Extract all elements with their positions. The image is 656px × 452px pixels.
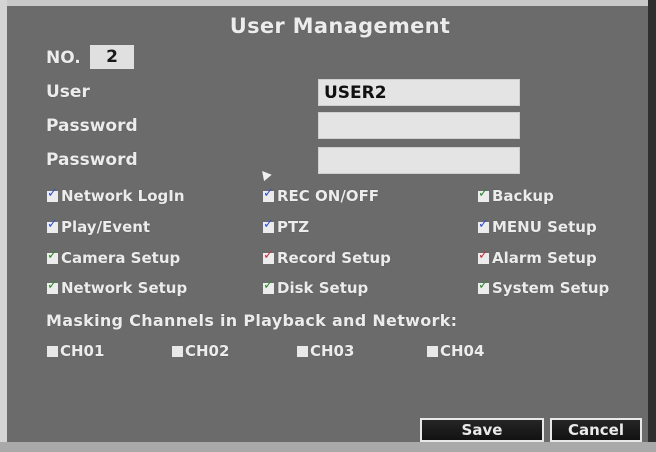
permission-label: REC ON/OFF [277,187,380,205]
permission-label: Record Setup [277,249,391,267]
permission-camera-setup[interactable]: ✓ Camera Setup [47,249,180,267]
checkbox-checked-icon[interactable]: ✓ [478,279,489,294]
checkbox-unchecked-icon[interactable] [427,345,438,357]
dialog-title: User Management [229,14,451,38]
permission-backup[interactable]: ✓ Backup [478,187,554,205]
checkbox-unchecked-icon[interactable] [47,345,58,357]
checkbox-checked-icon[interactable]: ✓ [263,279,274,294]
permission-label: Backup [492,187,554,205]
permission-system-setup[interactable]: ✓ System Setup [478,279,609,297]
password-input[interactable] [318,112,520,139]
frame-top [0,0,656,6]
permission-network-login[interactable]: ✓ Network LogIn [47,187,185,205]
checkbox-checked-icon[interactable]: ✓ [47,187,58,202]
masking-channels-title: Masking Channels in Playback and Network… [46,311,458,330]
password-confirm-input[interactable] [318,147,520,174]
checkbox-unchecked-icon[interactable] [172,345,183,357]
mask-channel-ch01[interactable]: CH01 [47,342,104,360]
permission-play-event[interactable]: ✓ Play/Event [47,218,150,236]
checkbox-checked-icon[interactable]: ✓ [263,249,274,264]
permission-menu-setup[interactable]: ✓ MENU Setup [478,218,597,236]
mask-channel-ch02[interactable]: CH02 [172,342,229,360]
checkbox-unchecked-icon[interactable] [297,345,308,357]
checkbox-checked-icon[interactable]: ✓ [47,279,58,294]
permission-rec-on-off[interactable]: ✓ REC ON/OFF [263,187,379,205]
permission-label: MENU Setup [492,218,597,236]
mouse-cursor-icon [258,167,272,182]
channel-label: CH04 [440,342,485,360]
checkbox-checked-icon[interactable]: ✓ [263,187,274,202]
checkbox-checked-icon[interactable]: ✓ [478,249,489,264]
permission-label: Alarm Setup [492,249,597,267]
permission-alarm-setup[interactable]: ✓ Alarm Setup [478,249,597,267]
frame-right [648,0,656,452]
channel-label: CH02 [185,342,230,360]
user-number-label: NO. [46,48,81,68]
permission-label: PTZ [277,218,310,236]
user-management-screen: User Management NO. 2 User USER2 Passwor… [0,0,656,452]
frame-bottom [0,442,656,452]
cancel-button[interactable]: Cancel [550,418,642,442]
permission-record-setup[interactable]: ✓ Record Setup [263,249,391,267]
password-label: Password [46,116,138,136]
mask-channel-ch04[interactable]: CH04 [427,342,484,360]
permission-network-setup[interactable]: ✓ Network Setup [47,279,187,297]
permission-label: Network LogIn [61,187,185,205]
channel-label: CH01 [60,342,105,360]
checkbox-checked-icon[interactable]: ✓ [47,249,58,264]
permission-label: Disk Setup [277,279,369,297]
permission-label: Camera Setup [61,249,181,267]
checkbox-checked-icon[interactable]: ✓ [478,187,489,202]
permission-label: Network Setup [61,279,188,297]
frame-left [0,0,7,452]
checkbox-checked-icon[interactable]: ✓ [263,218,274,233]
permission-label: Play/Event [61,218,151,236]
channel-label: CH03 [310,342,355,360]
checkbox-checked-icon[interactable]: ✓ [47,218,58,233]
mask-channel-ch03[interactable]: CH03 [297,342,354,360]
user-number-field[interactable]: 2 [90,45,134,69]
password-confirm-label: Password [46,150,138,170]
permission-ptz[interactable]: ✓ PTZ [263,218,309,236]
user-name-input[interactable]: USER2 [318,79,520,106]
permission-disk-setup[interactable]: ✓ Disk Setup [263,279,368,297]
save-button[interactable]: Save [420,418,544,442]
permission-label: System Setup [492,279,610,297]
checkbox-checked-icon[interactable]: ✓ [478,218,489,233]
user-label: User [46,82,90,102]
